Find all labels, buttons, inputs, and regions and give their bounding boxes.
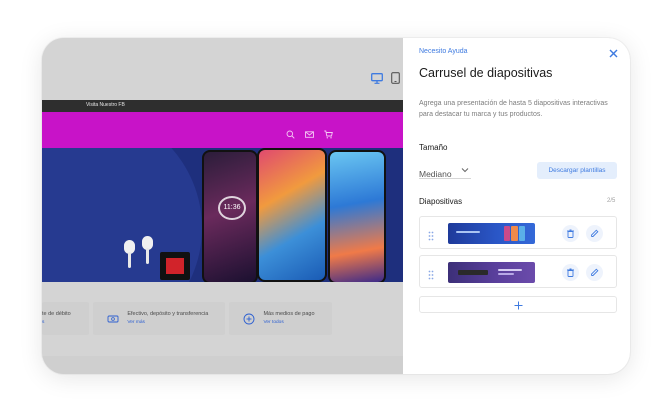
hero-carousel[interactable]: 11:36 xyxy=(42,148,403,282)
payment-item-debit[interactable]: te de débito s xyxy=(42,302,90,335)
phone-image-2 xyxy=(257,148,327,282)
close-icon xyxy=(609,49,618,58)
pencil-icon xyxy=(591,268,599,276)
slide-thumbnail xyxy=(448,223,535,244)
store-navbar xyxy=(42,112,403,148)
delete-slide-button[interactable] xyxy=(562,264,579,281)
download-templates-button[interactable]: Descargar plantillas xyxy=(537,162,617,179)
editor-window: Visita Nuestro FB 11:36 te de débito s E… xyxy=(42,38,630,374)
chevron-down-icon xyxy=(461,168,469,173)
cart-icon xyxy=(324,126,333,139)
edit-slide-button[interactable] xyxy=(586,225,603,242)
panel-title: Carrusel de diapositivas xyxy=(419,66,553,80)
payment-methods: te de débito s Efectivo, depósito y tran… xyxy=(42,302,332,335)
drag-handle-icon[interactable] xyxy=(428,228,434,241)
delete-slide-button[interactable] xyxy=(562,225,579,242)
announcement-text: Visita Nuestro FB xyxy=(86,102,125,108)
payment-title: te de débito xyxy=(42,311,71,317)
size-value: Mediano xyxy=(419,169,452,179)
edit-slide-button[interactable] xyxy=(586,264,603,281)
size-label: Tamaño xyxy=(419,143,448,152)
desktop-view-button[interactable] xyxy=(371,71,383,84)
payment-link[interactable]: s xyxy=(42,320,44,325)
plus-circle-icon xyxy=(243,312,255,325)
slides-counter: 2/5 xyxy=(607,198,616,204)
payment-link[interactable]: Ver más xyxy=(127,320,145,325)
help-link[interactable]: Necesito Ayuda xyxy=(419,48,468,55)
payment-item-more[interactable]: Más medios de pago Ver todos xyxy=(229,302,332,335)
slide-thumbnail xyxy=(448,262,535,283)
mobile-icon xyxy=(391,72,400,84)
plus-icon xyxy=(514,301,523,310)
payment-title: Más medios de pago xyxy=(263,311,315,317)
slide-item-2[interactable] xyxy=(419,255,617,288)
pencil-icon xyxy=(591,229,599,237)
carousel-settings-panel: Necesito Ayuda Carrusel de diapositivas … xyxy=(403,38,630,374)
earbuds-image xyxy=(122,236,162,276)
add-slide-button[interactable] xyxy=(419,296,617,313)
store-preview: Visita Nuestro FB 11:36 te de débito s E… xyxy=(42,38,403,374)
phone-clock: 11:36 xyxy=(218,196,246,220)
slide-item-1[interactable] xyxy=(419,216,617,249)
trash-icon xyxy=(567,229,574,238)
trash-icon xyxy=(567,268,574,277)
slides-label: Diapositivas xyxy=(419,197,463,206)
announcement-bar: Visita Nuestro FB xyxy=(42,100,403,112)
size-dropdown[interactable]: Mediano xyxy=(419,164,471,179)
drag-handle-icon[interactable] xyxy=(428,267,434,280)
desktop-icon xyxy=(371,73,383,84)
payment-link[interactable]: Ver todos xyxy=(263,320,283,325)
search-icon xyxy=(286,126,295,139)
payment-item-cash[interactable]: Efectivo, depósito y transferencia Ver m… xyxy=(93,302,226,335)
panel-description: Agrega una presentación de hasta 5 diapo… xyxy=(419,100,608,118)
payment-title: Efectivo, depósito y transferencia xyxy=(127,311,209,317)
carousel-dots[interactable] xyxy=(106,274,118,282)
phone-image-3 xyxy=(328,150,386,282)
preview-footer xyxy=(42,356,403,374)
cash-icon xyxy=(107,312,119,324)
mobile-view-button[interactable] xyxy=(391,71,403,84)
mail-icon xyxy=(305,126,314,138)
close-button[interactable] xyxy=(608,46,619,58)
phone-image-1: 11:36 xyxy=(202,150,258,282)
memory-card-image xyxy=(160,252,190,280)
